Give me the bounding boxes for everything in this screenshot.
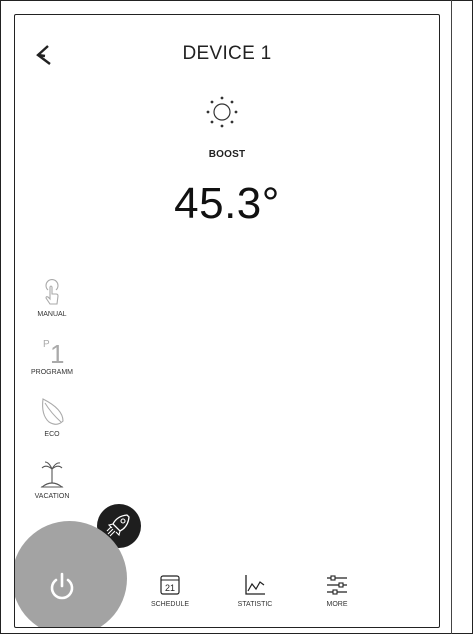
power-button[interactable] bbox=[15, 521, 127, 627]
sliders-icon bbox=[327, 575, 347, 595]
nav-schedule[interactable]: 21 SCHEDULE bbox=[135, 573, 205, 608]
page-title: DEVICE 1 bbox=[182, 43, 272, 64]
leaf-icon bbox=[42, 398, 64, 425]
nav-label: MORE bbox=[326, 601, 348, 608]
program-p1-icon: P 1 bbox=[37, 339, 67, 367]
sidebar-item-eco[interactable]: ECO bbox=[15, 395, 89, 438]
chart-icon bbox=[245, 575, 265, 595]
nav-statistic[interactable]: STATISTIC bbox=[220, 573, 290, 608]
nav-label: STATISTIC bbox=[237, 601, 273, 608]
nav-more[interactable]: MORE bbox=[302, 573, 372, 608]
sidebar-item-label: VACATION bbox=[34, 493, 70, 500]
temperature-readout: 45.3° bbox=[174, 179, 280, 228]
device-screen: DEVICE 1 BOOST 45.3° MANUAL P 1 PROGRAMM bbox=[14, 14, 440, 628]
program-badge-main: 1 bbox=[50, 339, 65, 369]
frame-divider bbox=[451, 0, 452, 634]
program-badge-sup: P bbox=[43, 339, 50, 350]
sidebar-item-programm[interactable]: P 1 PROGRAMM bbox=[15, 339, 89, 376]
mode-label: BOOST bbox=[208, 149, 246, 160]
sun-icon bbox=[202, 92, 242, 132]
hand-pointer-icon bbox=[45, 279, 59, 305]
calendar-day: 21 bbox=[165, 583, 175, 593]
sidebar-item-vacation[interactable]: VACATION bbox=[15, 459, 89, 500]
calendar-icon: 21 bbox=[160, 575, 180, 595]
sidebar-item-label: ECO bbox=[44, 431, 60, 438]
power-icon bbox=[50, 572, 74, 600]
nav-label: SCHEDULE bbox=[150, 601, 190, 608]
palm-tree-icon bbox=[40, 461, 64, 488]
sidebar-item-label: MANUAL bbox=[37, 311, 67, 318]
sidebar-item-manual[interactable]: MANUAL bbox=[15, 279, 89, 318]
sidebar-item-label: PROGRAMM bbox=[31, 369, 73, 376]
